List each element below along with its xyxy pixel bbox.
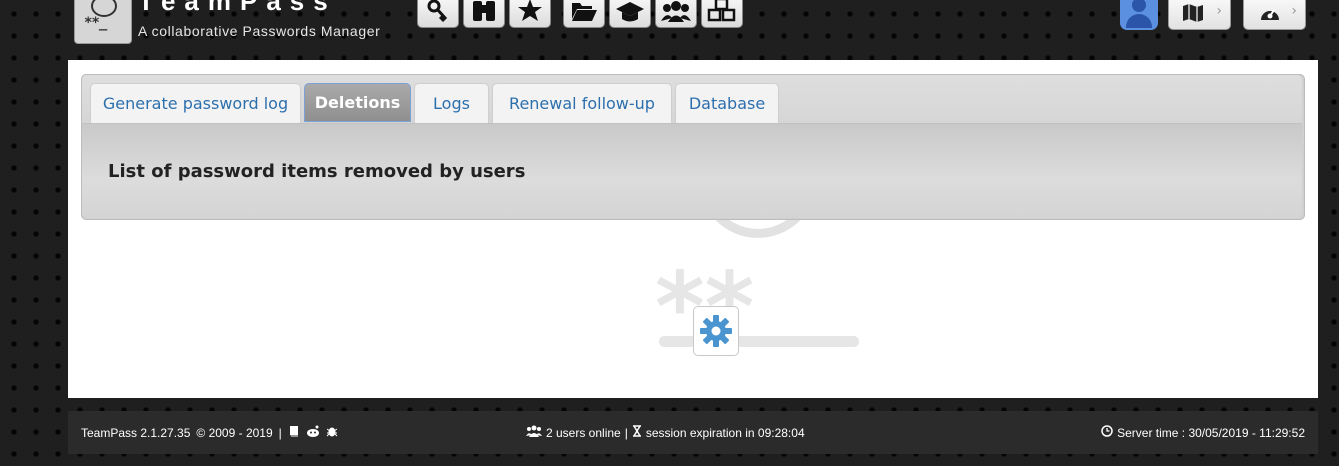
nav-button-utilities[interactable]	[701, 0, 743, 28]
gear-icon	[700, 315, 732, 347]
loading-spinner	[693, 306, 739, 356]
chevron-right-icon: ›	[1291, 3, 1297, 19]
graduation-cap-icon	[616, 2, 644, 22]
footer-bar: TeamPass 2.1.27.35 © 2009 - 2019 | 2 use…	[68, 411, 1318, 454]
separator: |	[624, 425, 628, 440]
admin-tabs-panel: Generate password log Deletions Logs Ren…	[81, 74, 1305, 220]
tab-heading: List of password items removed by users	[108, 161, 526, 182]
book-icon[interactable]	[288, 425, 300, 440]
main-content: ** Generate password log Deletions Logs …	[68, 60, 1318, 398]
nav-button-find[interactable]	[463, 0, 505, 28]
tab-database[interactable]: Database	[675, 83, 779, 123]
key-icon	[427, 0, 448, 23]
user-avatar-button[interactable]	[1120, 0, 1158, 30]
nav-button-favourites[interactable]	[509, 0, 551, 28]
tab-deletions[interactable]: Deletions	[304, 83, 411, 122]
cubes-icon	[707, 0, 736, 22]
top-navbar: **_ TeamPass A collaborative Passwords M…	[0, 0, 1339, 60]
tab-content-deletions: List of password items removed by users	[82, 124, 1302, 218]
footer-version-info: TeamPass 2.1.27.35 © 2009 - 2019 |	[81, 425, 338, 440]
clock-icon	[1101, 425, 1113, 440]
nav-button-folders[interactable]	[563, 0, 605, 28]
users-icon	[661, 1, 691, 22]
footer-server-time: Server time : 30/05/2019 - 11:29:52	[1101, 425, 1305, 440]
separator: |	[278, 425, 282, 440]
server-time-text: Server time : 30/05/2019 - 11:29:52	[1117, 425, 1305, 440]
hourglass-icon	[632, 425, 642, 440]
star-icon	[518, 0, 542, 21]
chevron-right-icon: ›	[1216, 3, 1222, 19]
map-menu-button[interactable]: ›	[1168, 0, 1231, 30]
tab-bar: Generate password log Deletions Logs Ren…	[82, 75, 1302, 124]
session-expiration-text: session expiration in 09:28:04	[645, 425, 805, 440]
version-text: TeamPass 2.1.27.35	[81, 425, 191, 440]
copyright-text: © 2009 - 2019	[196, 425, 273, 440]
folder-open-icon	[572, 3, 597, 21]
dashboard-menu-button[interactable]: ›	[1243, 0, 1306, 30]
bug-icon[interactable]	[326, 425, 338, 440]
reddit-icon[interactable]	[306, 425, 320, 440]
tab-generate-password-log[interactable]: Generate password log	[90, 83, 301, 123]
users-online-text: 2 users online	[546, 425, 621, 440]
map-icon	[1183, 4, 1203, 22]
nav-button-users[interactable]	[655, 0, 697, 28]
app-title: TeamPass	[138, 0, 337, 16]
dashboard-icon	[1261, 9, 1279, 20]
nav-button-roles[interactable]	[609, 0, 651, 28]
binoculars-icon	[473, 1, 495, 21]
tab-renewal-follow-up[interactable]: Renewal follow-up	[492, 83, 672, 123]
teampass-logo[interactable]: **_	[74, 0, 132, 44]
nav-button-passwords[interactable]	[417, 0, 459, 28]
footer-session-info: 2 users online | session expiration in 0…	[526, 425, 805, 440]
app-subtitle: A collaborative Passwords Manager	[138, 23, 381, 39]
users-icon	[526, 425, 542, 440]
tab-logs[interactable]: Logs	[414, 83, 489, 123]
user-avatar-icon	[1132, 0, 1146, 12]
